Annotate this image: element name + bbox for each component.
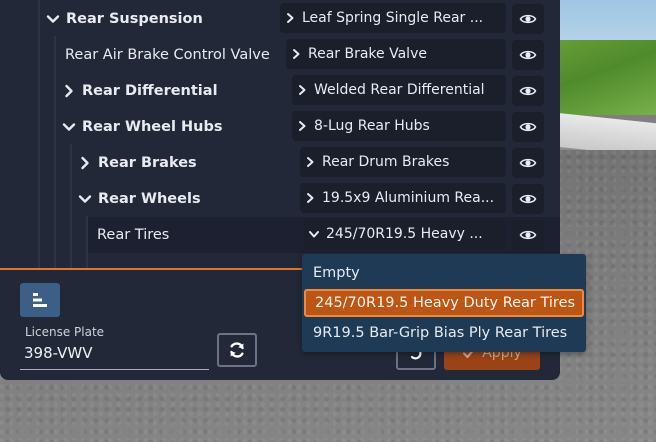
tree-row-toggle[interactable]: Rear Wheel Hubs bbox=[62, 109, 222, 145]
part-select-rear-brakes[interactable]: Rear Drum Brakes bbox=[300, 147, 506, 177]
eye-icon bbox=[519, 122, 537, 132]
tree-row-rear-air-brake-valve: Rear Air Brake Control Valve Rear Brake … bbox=[0, 37, 560, 73]
eye-icon bbox=[519, 158, 537, 168]
chevron-down-icon bbox=[78, 192, 92, 206]
part-select-value: 19.5x9 Aluminium Rea... bbox=[322, 190, 495, 206]
tree-row-toggle[interactable]: Rear Suspension bbox=[46, 1, 203, 37]
tree-row-rear-brakes: Rear Brakes Rear Drum Brakes bbox=[0, 145, 560, 181]
part-select-value: Leaf Spring Single Rear ... bbox=[302, 10, 484, 26]
eye-icon bbox=[519, 230, 537, 240]
part-select-value: Welded Rear Differential bbox=[314, 82, 485, 98]
chevron-down-icon bbox=[46, 12, 60, 26]
part-select-value: 8-Lug Rear Hubs bbox=[314, 118, 430, 134]
dropdown-option-empty[interactable]: Empty bbox=[304, 259, 584, 287]
part-select-value: Rear Drum Brakes bbox=[322, 154, 450, 170]
tree-row-rear-tires: Rear Tires 245/70R19.5 Heavy ... bbox=[0, 217, 560, 253]
refresh-icon bbox=[230, 342, 244, 358]
dropdown-option[interactable]: 9R19.5 Bar-Grip Bias Ply Rear Tires bbox=[304, 319, 584, 347]
chevron-right-icon bbox=[304, 156, 316, 168]
tree-row-rear-wheels: Rear Wheels 19.5x9 Aluminium Rea... bbox=[0, 181, 560, 217]
tree-row-rear-suspension: Rear Suspension Leaf Spring Single Rear … bbox=[0, 1, 560, 37]
chevron-right-icon bbox=[304, 192, 316, 204]
eye-icon bbox=[519, 14, 537, 24]
parts-tree: Rear Suspension Leaf Spring Single Rear … bbox=[0, 0, 560, 268]
tree-row-label: Rear Air Brake Control Valve bbox=[65, 47, 270, 63]
license-plate-label: License Plate bbox=[25, 325, 105, 339]
tree-row-toggle[interactable]: Rear Wheels bbox=[78, 181, 201, 217]
tree-row-label: Rear Tires bbox=[97, 227, 170, 243]
visibility-toggle[interactable] bbox=[512, 220, 544, 250]
eye-icon bbox=[519, 86, 537, 96]
visibility-toggle[interactable] bbox=[512, 76, 544, 106]
part-select-rear-wheels[interactable]: 19.5x9 Aluminium Rea... bbox=[300, 183, 506, 213]
visibility-toggle[interactable] bbox=[512, 112, 544, 142]
chevron-right-icon bbox=[62, 84, 76, 98]
randomize-plate-button[interactable] bbox=[217, 333, 257, 367]
tree-row-label: Rear Differential bbox=[82, 83, 218, 99]
sort-button[interactable] bbox=[20, 283, 60, 317]
tire-options-dropdown: Empty 245/70R19.5 Heavy Duty Rear Tires … bbox=[302, 254, 586, 352]
chevron-down-icon bbox=[308, 228, 320, 240]
visibility-toggle[interactable] bbox=[512, 40, 544, 70]
dropdown-option-selected[interactable]: 245/70R19.5 Heavy Duty Rear Tires bbox=[304, 289, 584, 317]
part-select-rear-tires[interactable]: 245/70R19.5 Heavy ... bbox=[304, 219, 506, 249]
tree-row-label: Rear Suspension bbox=[66, 11, 203, 27]
sort-bars-icon bbox=[33, 293, 47, 307]
chevron-right-icon bbox=[296, 120, 308, 132]
tree-row-rear-differential: Rear Differential Welded Rear Differenti… bbox=[0, 73, 560, 109]
part-select-rear-air-brake-valve[interactable]: Rear Brake Valve bbox=[286, 39, 506, 69]
tree-row-label: Rear Wheels bbox=[98, 191, 201, 207]
chevron-right-icon bbox=[296, 84, 308, 96]
visibility-toggle[interactable] bbox=[512, 148, 544, 178]
chevron-right-icon bbox=[290, 48, 302, 60]
chevron-right-icon bbox=[284, 12, 296, 24]
tree-row-toggle[interactable]: Rear Differential bbox=[62, 73, 218, 109]
tree-row-toggle[interactable]: Rear Brakes bbox=[78, 145, 197, 181]
part-select-rear-differential[interactable]: Welded Rear Differential bbox=[292, 75, 506, 105]
part-select-rear-wheel-hubs[interactable]: 8-Lug Rear Hubs bbox=[292, 111, 506, 141]
part-select-value: Rear Brake Valve bbox=[308, 46, 427, 62]
tree-row-label: Rear Wheel Hubs bbox=[82, 119, 223, 135]
license-plate-input[interactable]: 398-VWV bbox=[20, 342, 209, 370]
tree-row-rear-wheel-hubs: Rear Wheel Hubs 8-Lug Rear Hubs bbox=[0, 109, 560, 145]
visibility-toggle[interactable] bbox=[512, 184, 544, 214]
tree-row-label: Rear Brakes bbox=[98, 155, 197, 171]
chevron-down-icon bbox=[62, 120, 76, 134]
eye-icon bbox=[519, 50, 537, 60]
eye-icon bbox=[519, 194, 537, 204]
chevron-right-icon bbox=[78, 156, 92, 170]
part-select-rear-suspension[interactable]: Leaf Spring Single Rear ... bbox=[280, 3, 506, 33]
visibility-toggle[interactable] bbox=[512, 4, 544, 34]
part-select-value: 245/70R19.5 Heavy ... bbox=[326, 226, 483, 242]
